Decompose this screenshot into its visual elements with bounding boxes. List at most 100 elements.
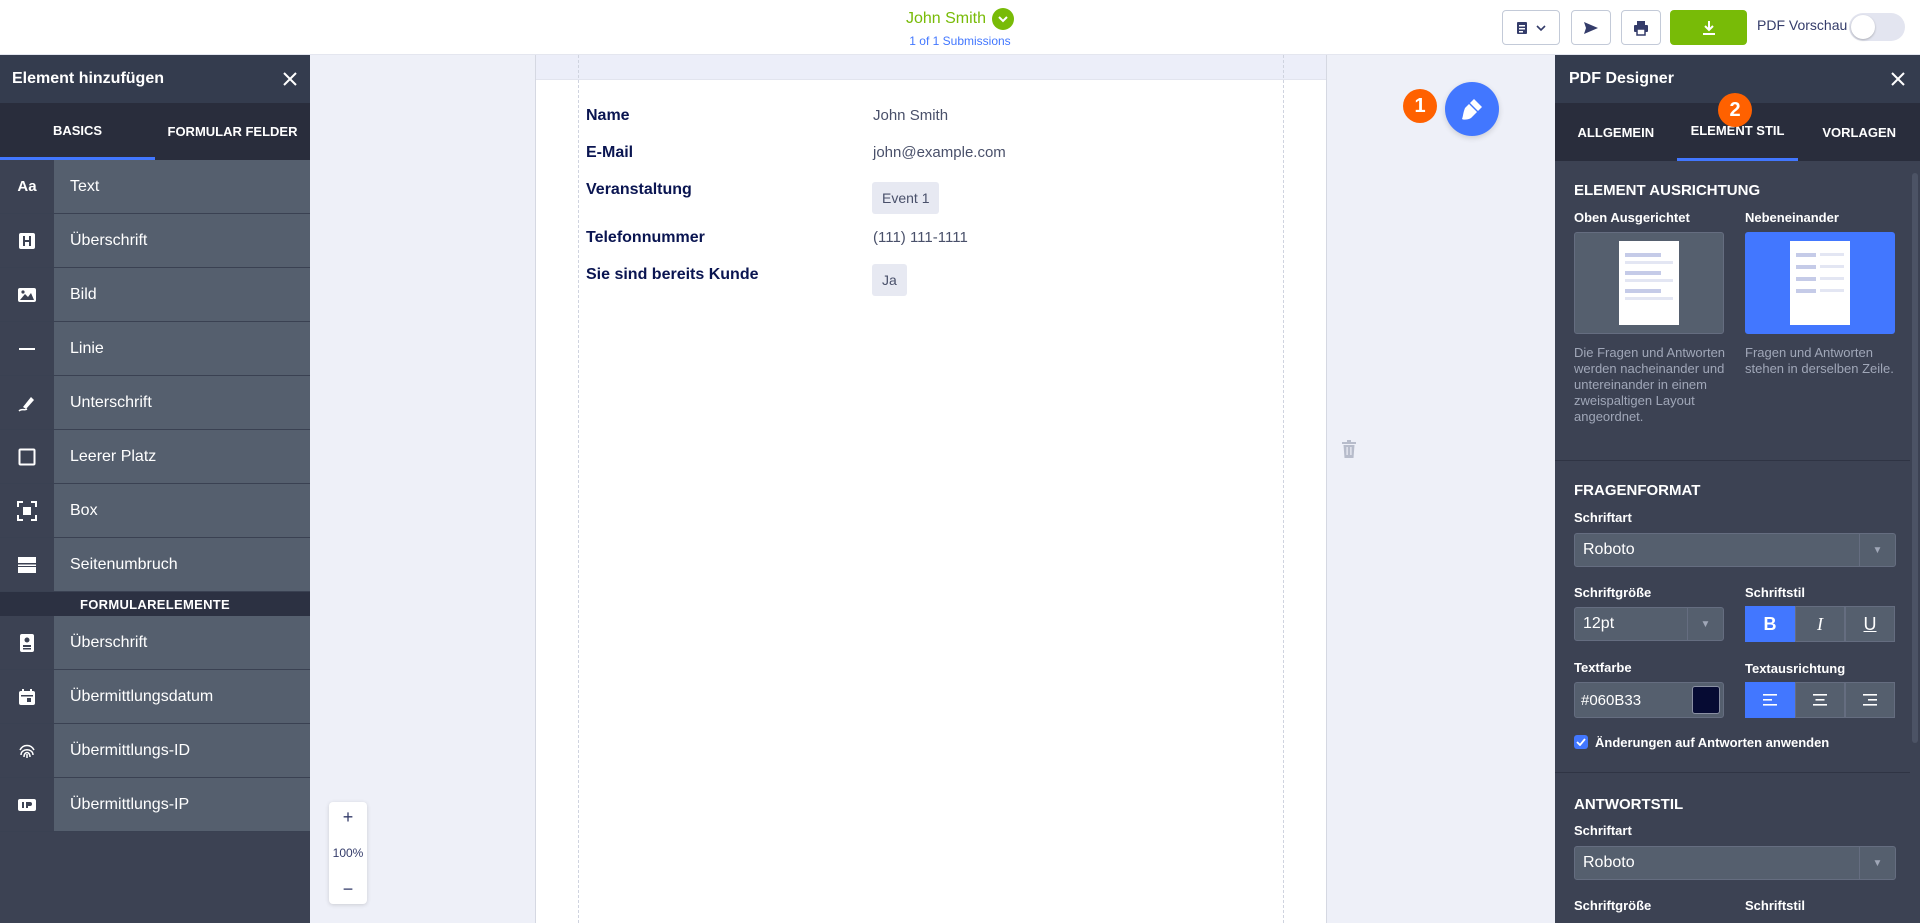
question-font-size-select[interactable]: 12pt ▼ <box>1574 607 1724 641</box>
submitter-name: John Smith <box>905 10 987 27</box>
element-item-line[interactable]: Linie <box>0 322 310 376</box>
empty-space-icon <box>0 430 54 483</box>
element-item-label: Überschrift <box>54 214 310 267</box>
answer-font-select[interactable]: Roboto ▼ <box>1574 846 1896 880</box>
apply-to-answers-checkbox[interactable] <box>1574 735 1588 749</box>
select-value: 12pt <box>1583 615 1615 632</box>
element-item-label: Leerer Platz <box>54 430 310 483</box>
question-label[interactable]: Veranstaltung <box>586 181 692 199</box>
ip-icon <box>0 778 54 831</box>
tab-basics[interactable]: BASICS <box>0 103 155 160</box>
element-item-submission-date[interactable]: Übermittlungsdatum <box>0 670 310 724</box>
form-heading-icon <box>0 616 54 669</box>
tab-general[interactable]: ALLGEMEIN <box>1555 103 1677 161</box>
element-item-text[interactable]: Aa Text <box>0 160 310 214</box>
add-element-tabs: BASICS FORMULAR FELDER <box>0 103 310 160</box>
select-value: Roboto <box>1583 854 1635 871</box>
checkmark-icon <box>1576 738 1586 746</box>
zoom-out-button[interactable]: − <box>343 880 354 898</box>
top-aligned-option[interactable] <box>1574 232 1724 334</box>
tab-templates[interactable]: VORLAGEN <box>1798 103 1920 161</box>
zoom-level: 100% <box>332 846 364 860</box>
element-item-label: Unterschrift <box>54 376 310 429</box>
fingerprint-icon <box>0 724 54 777</box>
print-icon <box>1634 20 1648 36</box>
calendar-icon <box>0 670 54 723</box>
add-element-header: Element hinzufügen <box>0 55 310 103</box>
underline-button[interactable]: U <box>1845 606 1895 642</box>
font-label: Schriftart <box>1574 510 1632 525</box>
text-align-label: Textausrichtung <box>1745 661 1846 676</box>
element-item-label: Übermittlungs-IP <box>54 778 310 831</box>
align-left-button[interactable] <box>1745 682 1795 718</box>
text-color-input[interactable]: #060B33 <box>1574 682 1724 718</box>
element-item-form-heading[interactable]: Überschrift <box>0 616 310 670</box>
font-label: Schriftart <box>1574 823 1632 838</box>
element-item-submission-id[interactable]: Übermittlungs-ID <box>0 724 310 778</box>
question-label[interactable]: Name <box>586 107 630 125</box>
font-style-label: Schriftstil <box>1745 898 1805 913</box>
align-center-icon <box>1813 694 1827 706</box>
element-item-page-break[interactable]: Seitenumbruch <box>0 538 310 592</box>
image-icon <box>0 268 54 321</box>
answer-value[interactable]: john@example.com <box>873 144 1006 161</box>
element-item-box[interactable]: Box <box>0 484 310 538</box>
add-element-title: Element hinzufügen <box>12 70 164 87</box>
element-item-label: Übermittlungs-ID <box>54 724 310 777</box>
color-swatch[interactable] <box>1692 686 1720 714</box>
question-font-select[interactable]: Roboto ▼ <box>1574 533 1896 567</box>
answer-value[interactable]: John Smith <box>873 107 948 124</box>
align-left-icon <box>1763 694 1777 706</box>
document-menu-button[interactable] <box>1502 10 1560 45</box>
element-item-label: Seitenumbruch <box>54 538 310 591</box>
pdf-preview-toggle[interactable] <box>1849 13 1905 41</box>
font-style-buttons: B I U <box>1745 606 1895 642</box>
element-item-signature[interactable]: Unterschrift <box>0 376 310 430</box>
font-size-label: Schriftgröße <box>1574 585 1652 600</box>
submission-selector[interactable]: John Smith <box>905 8 1015 30</box>
settings-scrollbar[interactable] <box>1912 173 1918 743</box>
dropdown-arrow-icon: ▼ <box>1859 534 1895 566</box>
close-icon[interactable] <box>282 71 298 87</box>
element-item-empty-space[interactable]: Leerer Platz <box>0 430 310 484</box>
page-header-area[interactable] <box>536 55 1326 80</box>
alignment-section-title: ELEMENT AUSRICHTUNG <box>1574 182 1761 199</box>
tab-form-fields[interactable]: FORMULAR FELDER <box>155 103 310 160</box>
layout-preview-icon <box>1790 241 1850 325</box>
answer-value[interactable]: (111) 111-1111 <box>873 229 968 246</box>
zoom-in-button[interactable]: + <box>343 808 354 826</box>
bold-button[interactable]: B <box>1745 606 1795 642</box>
close-icon[interactable] <box>1890 71 1906 87</box>
answer-chip[interactable]: Ja <box>872 264 907 296</box>
question-label[interactable]: Sie sind bereits Kunde <box>586 266 758 284</box>
form-elements-section-label: FORMULARELEMENTE <box>0 592 310 616</box>
trash-icon[interactable] <box>1342 440 1356 463</box>
margin-guide-left <box>578 55 579 923</box>
question-label[interactable]: Telefonnummer <box>586 229 705 247</box>
paint-brush-icon <box>1462 99 1482 120</box>
top-aligned-description: Die Fragen und Antworten werden nacheina… <box>1574 345 1726 424</box>
answer-style-title: ANTWORTSTIL <box>1574 796 1684 813</box>
italic-button[interactable]: I <box>1795 606 1845 642</box>
chevron-down-icon[interactable] <box>992 8 1015 30</box>
align-center-button[interactable] <box>1795 682 1845 718</box>
answer-chip[interactable]: Event 1 <box>872 182 940 214</box>
chevron-down-icon <box>1536 24 1546 31</box>
side-by-side-option[interactable] <box>1745 232 1895 334</box>
step-marker-2: 2 <box>1718 93 1752 127</box>
send-icon <box>1584 21 1598 34</box>
element-item-image[interactable]: Bild <box>0 268 310 322</box>
align-right-button[interactable] <box>1845 682 1895 718</box>
box-icon <box>0 484 54 537</box>
download-button[interactable] <box>1670 10 1747 45</box>
style-designer-button[interactable] <box>1445 82 1499 136</box>
question-label[interactable]: E-Mail <box>586 144 633 162</box>
element-item-heading[interactable]: Überschrift <box>0 214 310 268</box>
element-item-submission-ip[interactable]: Übermittlungs-IP <box>0 778 310 832</box>
text-icon: Aa <box>0 160 54 213</box>
signature-icon <box>0 376 54 429</box>
print-button[interactable] <box>1621 10 1661 45</box>
send-button[interactable] <box>1571 10 1611 45</box>
apply-to-answers-label[interactable]: Änderungen auf Antworten anwenden <box>1595 735 1829 750</box>
page-break-icon <box>0 538 54 591</box>
